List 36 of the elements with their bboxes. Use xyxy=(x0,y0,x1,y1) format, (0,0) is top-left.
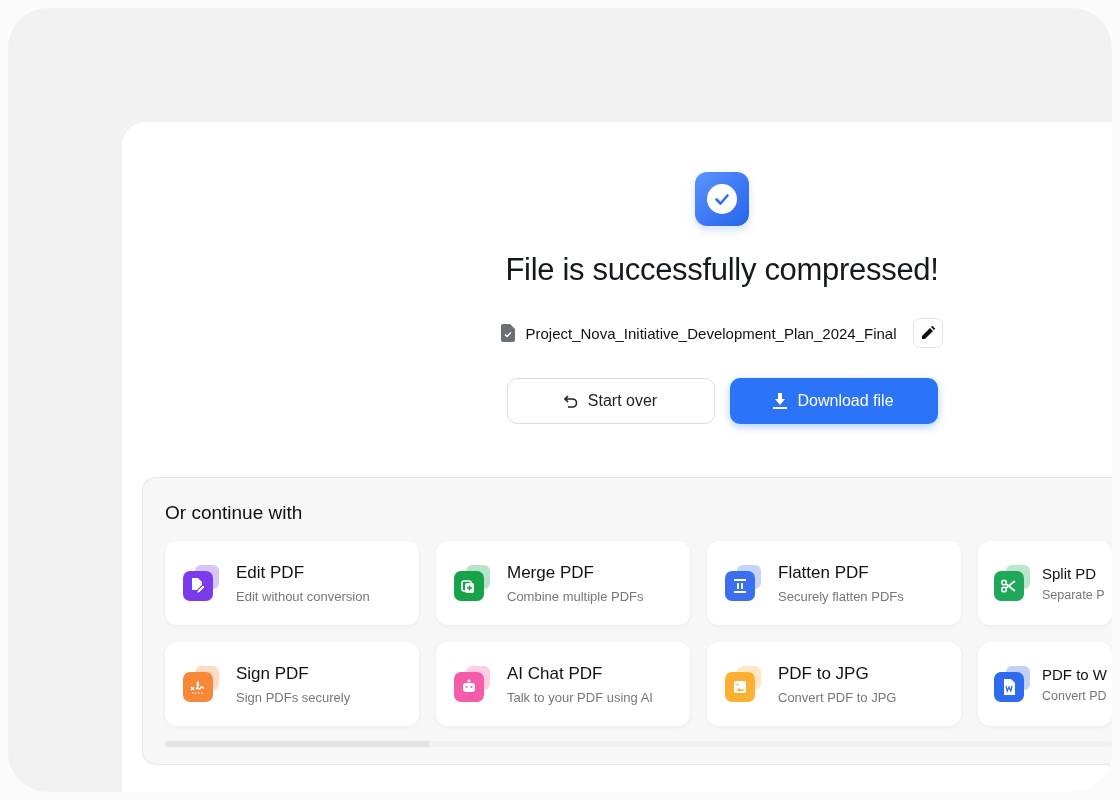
tool-card[interactable]: PDF to W Convert PD xyxy=(978,642,1112,726)
tool-description: Securely flatten PDFs xyxy=(778,588,904,604)
tool-description: Convert PD xyxy=(1042,688,1107,703)
pencil-icon xyxy=(919,325,936,341)
tool-title: Sign PDF xyxy=(236,663,310,684)
horizontal-scrollbar[interactable] xyxy=(165,741,1112,747)
download-button[interactable]: Download file xyxy=(729,378,938,424)
tool-description: Edit without conversion xyxy=(236,588,370,604)
undo-icon xyxy=(563,394,578,408)
tool-card[interactable]: Flatten PDF Securely flatten PDFs xyxy=(707,541,961,625)
tool-title: Split PD xyxy=(1042,564,1098,582)
tool-card[interactable]: Sign PDF Sign PDFs securely xyxy=(165,642,419,726)
tool-title: Merge PDF xyxy=(507,562,595,583)
file-name: Project_Nova_Initiative_Development_Plan_2024_Final xyxy=(525,324,897,342)
document-check-icon xyxy=(501,324,516,342)
section-heading: Or continue with xyxy=(165,502,304,524)
start-over-button[interactable]: Start over xyxy=(506,378,715,424)
tool-card[interactable]: Edit PDF Edit without conversion xyxy=(165,541,419,625)
rename-button[interactable] xyxy=(912,318,943,348)
tool-title: Edit PDF xyxy=(236,562,306,583)
tool-title: PDF to JPG xyxy=(778,663,870,684)
tool-description: Convert PDF to JPG xyxy=(778,689,897,705)
tool-title: PDF to W xyxy=(1042,665,1107,683)
tool-title: AI Chat PDF xyxy=(507,663,604,684)
tool-description: Talk to your PDF using AI xyxy=(507,689,653,705)
success-title: File is successfully compressed! xyxy=(505,252,939,288)
tool-description: Separate P xyxy=(1042,587,1105,602)
tool-title: Flatten PDF xyxy=(778,562,870,583)
tool-card[interactable]: Merge PDF Combine multiple PDFs xyxy=(436,541,690,625)
success-check-icon xyxy=(695,172,749,226)
download-icon xyxy=(773,393,788,409)
tool-card[interactable]: PDF to JPG Convert PDF to JPG xyxy=(707,642,961,726)
tool-description: Combine multiple PDFs xyxy=(507,588,644,604)
tool-card[interactable]: AI Chat PDF Talk to your PDF using AI xyxy=(436,642,690,726)
tool-card[interactable]: Split PD Separate P xyxy=(978,541,1112,625)
tool-description: Sign PDFs securely xyxy=(236,689,351,705)
